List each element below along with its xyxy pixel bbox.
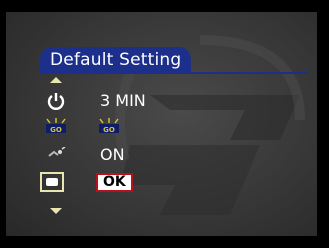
sound-icon bbox=[38, 143, 74, 167]
scroll-up-arrow-icon[interactable] bbox=[50, 77, 62, 83]
lcd-brightness-value-icon: GO bbox=[96, 114, 122, 138]
ok-button[interactable]: OK bbox=[96, 173, 133, 192]
screen-frame-top bbox=[0, 0, 329, 12]
scroll-down-arrow-icon[interactable] bbox=[50, 208, 62, 214]
menu-row-sound[interactable]: ON bbox=[38, 143, 298, 167]
menu-row-lcd[interactable]: GO GO bbox=[38, 114, 298, 138]
title-underline bbox=[40, 72, 308, 74]
menu-title: Default Setting bbox=[40, 47, 192, 73]
power-icon bbox=[38, 89, 74, 113]
video-mode-icon bbox=[40, 172, 64, 192]
camera-menu-screen: Default Setting 3 MIN GO GO ON OK bbox=[0, 0, 329, 248]
svg-text:GO: GO bbox=[103, 126, 115, 134]
auto-power-off-value: 3 MIN bbox=[100, 91, 146, 110]
menu-row-default-reset[interactable]: OK bbox=[38, 171, 298, 195]
screen-frame-left bbox=[0, 0, 6, 248]
screen-frame-right bbox=[317, 0, 329, 248]
svg-text:GO: GO bbox=[50, 126, 62, 134]
screen-frame-bottom bbox=[0, 236, 329, 248]
menu-row-auto-power-off[interactable]: 3 MIN bbox=[38, 89, 298, 113]
sound-value: ON bbox=[100, 145, 125, 164]
lcd-brightness-icon: GO bbox=[38, 114, 74, 138]
